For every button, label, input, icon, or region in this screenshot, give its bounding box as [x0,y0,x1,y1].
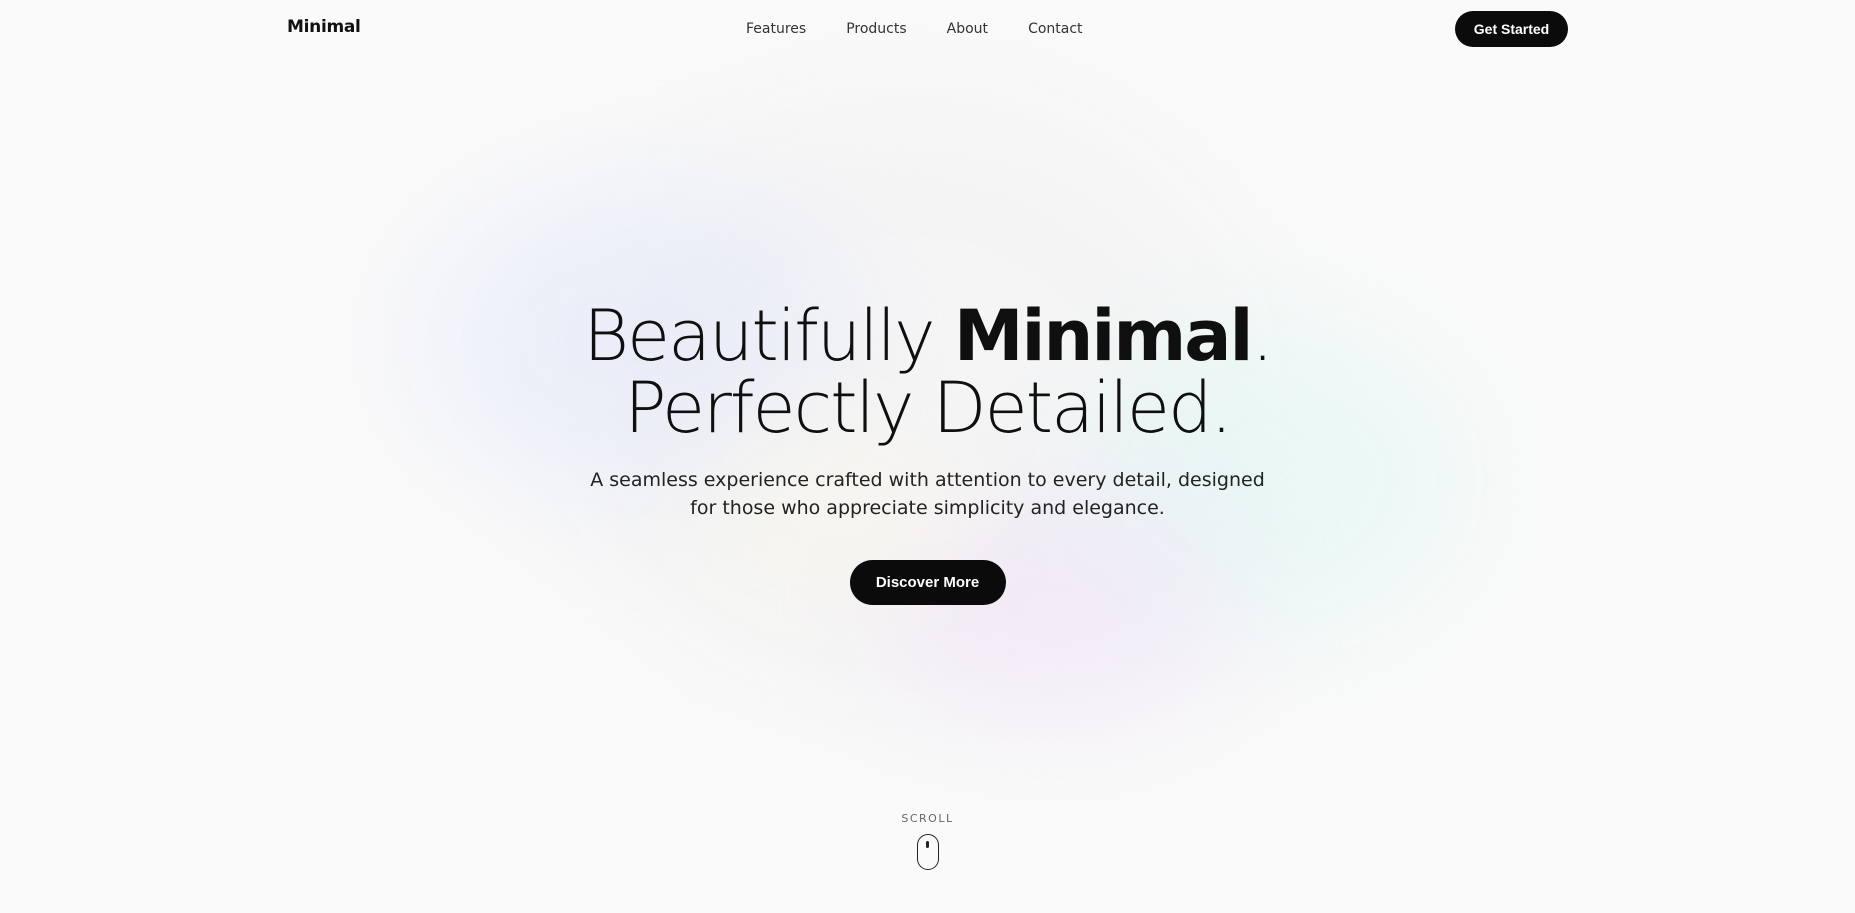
headline-line-two: Perfectly Detailed. [624,367,1232,449]
hero-headline: Beautifully Minimal. Perfectly Detailed. [0,300,1855,444]
top-nav: Minimal Features Products About Contact … [0,0,1855,60]
get-started-button[interactable]: Get Started [1455,11,1568,47]
headline-period: . [1251,295,1274,377]
nav-links: Features Products About Contact [746,21,1083,37]
nav-link-features[interactable]: Features [746,21,806,37]
headline-bold-text: Minimal [953,295,1254,377]
headline-light-text: Beautifully [583,295,954,377]
landing-page: Minimal Features Products About Contact … [0,0,1855,913]
nav-link-products[interactable]: Products [846,21,906,37]
logo[interactable]: Minimal [287,17,361,37]
hero-subtitle: A seamless experience crafted with atten… [590,469,1265,519]
hero-section: Beautifully Minimal. Perfectly Detailed.… [0,300,1855,605]
mouse-icon [916,834,939,870]
scroll-indicator[interactable]: SCROLL [0,812,1855,870]
discover-more-button[interactable]: Discover More [849,560,1006,605]
nav-link-about[interactable]: About [947,21,988,37]
scroll-label: SCROLL [901,812,954,825]
nav-link-contact[interactable]: Contact [1028,21,1082,37]
